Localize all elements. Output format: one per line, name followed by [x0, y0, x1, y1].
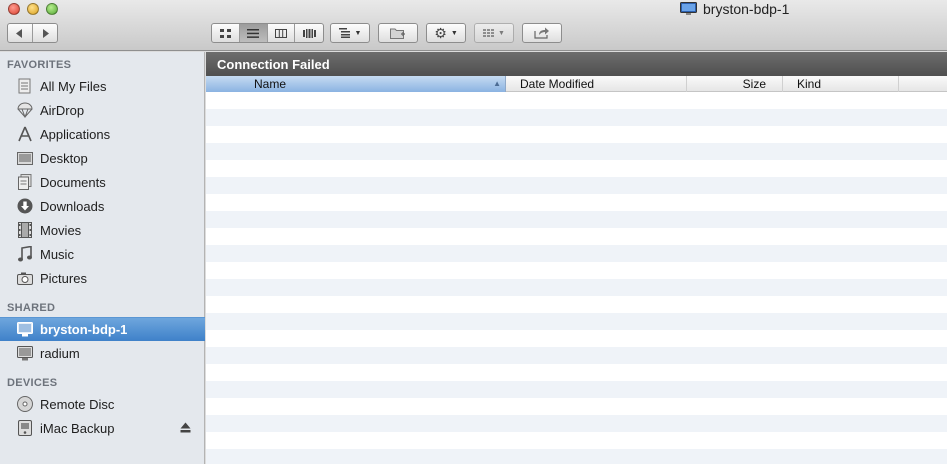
column-view-icon: [274, 28, 287, 38]
movies-icon: [16, 221, 34, 239]
hard-drive-icon: [16, 419, 34, 437]
sidebar-item-radium[interactable]: radium: [0, 341, 205, 365]
back-forward-control: [7, 23, 58, 43]
connection-status: Connection Failed: [217, 56, 330, 72]
monitor-icon: [16, 321, 34, 339]
new-folder-icon: [390, 28, 405, 39]
grid-icon: [483, 29, 495, 37]
sidebar-item-label: bryston-bdp-1: [40, 322, 128, 337]
close-button[interactable]: [8, 3, 20, 15]
sidebar-item-label: Music: [40, 246, 74, 262]
share-icon: [534, 27, 549, 39]
column-header-row: Name ▲ Date Modified Size Kind: [206, 76, 947, 92]
column-view-button[interactable]: [268, 24, 296, 42]
eject-icon[interactable]: [180, 421, 191, 436]
sidebar-item-label: AirDrop: [40, 102, 85, 118]
sidebar-item-desktop[interactable]: Desktop: [0, 146, 205, 170]
sidebar-item-airdrop[interactable]: AirDrop: [0, 98, 205, 122]
gear-icon: ⚙: [434, 25, 447, 41]
zoom-button[interactable]: [46, 3, 58, 15]
downloads-icon: [16, 197, 34, 215]
sidebar-item-label: Pictures: [40, 270, 87, 286]
column-header-label: Date Modified: [520, 77, 595, 91]
cover-flow-button[interactable]: [295, 24, 323, 42]
toolbar: bryston-bdp-1 ▼ ⚙ ▼ ▼: [0, 0, 947, 51]
music-icon: [16, 245, 34, 263]
view-mode-control: [211, 23, 324, 43]
sidebar-item-movies[interactable]: Movies: [0, 218, 205, 242]
sidebar-item-label: All My Files: [40, 78, 107, 94]
column-header-size[interactable]: Size: [687, 76, 783, 92]
sidebar-item-music[interactable]: Music: [0, 242, 205, 266]
shared-header: SHARED: [7, 302, 56, 314]
arrange-icon: [338, 28, 350, 38]
action-button[interactable]: ⚙ ▼: [426, 23, 466, 43]
share-button[interactable]: [522, 23, 562, 43]
sidebar: FAVORITES All My Files AirDrop Applicati…: [0, 52, 205, 464]
file-list[interactable]: [206, 92, 947, 464]
favorites-header: FAVORITES: [7, 59, 72, 71]
sidebar-item-documents[interactable]: Documents: [0, 170, 205, 194]
forward-button[interactable]: [33, 24, 57, 42]
devices-header: DEVICES: [7, 377, 58, 389]
sidebar-item-bryston-bdp-1[interactable]: bryston-bdp-1: [0, 317, 205, 341]
window-title: bryston-bdp-1: [680, 1, 789, 17]
column-header-name[interactable]: Name ▲: [206, 76, 506, 92]
list-view-button[interactable]: [239, 24, 268, 42]
sidebar-item-label: radium: [40, 345, 80, 361]
sidebar-item-label: Movies: [40, 222, 82, 238]
documents-icon: [16, 173, 34, 191]
all-files-icon: [16, 77, 34, 95]
list-view-icon: [247, 28, 260, 38]
sidebar-item-imac-backup[interactable]: iMac Backup: [0, 416, 205, 440]
chevron-down-icon: ▼: [354, 29, 362, 37]
new-folder-button[interactable]: [378, 23, 418, 43]
sidebar-item-pictures[interactable]: Pictures: [0, 266, 205, 290]
icon-view-icon: [219, 28, 231, 38]
sidebar-item-remote-disc[interactable]: Remote Disc: [0, 392, 205, 416]
back-button[interactable]: [8, 24, 33, 42]
file-browser: Connection Failed Name ▲ Date Modified S…: [206, 52, 947, 464]
sidebar-item-label: Remote Disc: [40, 396, 115, 412]
sidebar-item-label: Documents: [40, 174, 106, 190]
window-title-text: bryston-bdp-1: [703, 1, 790, 17]
chevron-down-icon: ▼: [498, 29, 505, 37]
icon-view-button[interactable]: [212, 24, 240, 42]
back-arrow-icon: [15, 28, 22, 38]
group-button[interactable]: ▼: [474, 23, 514, 43]
sidebar-item-label: Downloads: [40, 198, 105, 214]
column-header-label: Kind: [797, 77, 822, 91]
applications-icon: [16, 125, 34, 143]
chevron-down-icon: ▼: [450, 29, 458, 37]
disc-icon: [16, 395, 34, 413]
window-controls: [8, 3, 58, 15]
minimize-button[interactable]: [27, 3, 39, 15]
column-header-label: Name: [254, 77, 287, 91]
monitor-icon: [16, 344, 34, 362]
sidebar-item-label: iMac Backup: [40, 420, 115, 436]
status-bar: Connection Failed: [206, 52, 947, 76]
arrange-button[interactable]: ▼: [330, 23, 370, 43]
airdrop-icon: [16, 101, 34, 119]
forward-arrow-icon: [42, 28, 49, 38]
cover-flow-icon: [302, 28, 316, 38]
pictures-icon: [16, 269, 34, 287]
sort-ascending-icon: ▲: [493, 79, 501, 88]
column-header-date-modified[interactable]: Date Modified: [506, 76, 687, 92]
sidebar-item-label: Desktop: [40, 150, 88, 166]
monitor-icon: [680, 2, 697, 15]
sidebar-item-all-my-files[interactable]: All My Files: [0, 74, 205, 98]
sidebar-item-downloads[interactable]: Downloads: [0, 194, 205, 218]
column-header-kind[interactable]: Kind: [783, 76, 899, 92]
column-header-label: Size: [742, 77, 766, 91]
desktop-icon: [16, 149, 34, 167]
sidebar-item-applications[interactable]: Applications: [0, 122, 205, 146]
sidebar-item-label: Applications: [40, 126, 111, 142]
